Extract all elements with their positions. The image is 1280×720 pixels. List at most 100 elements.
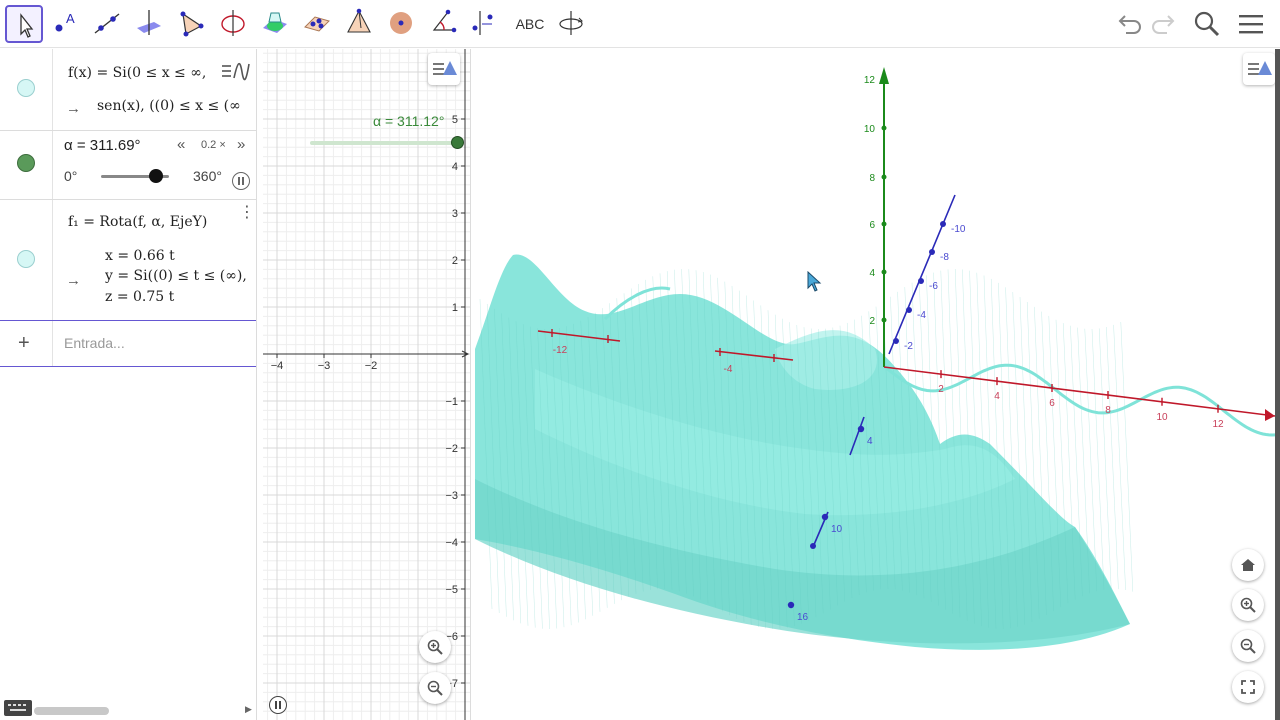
graph-style-button[interactable] <box>214 56 252 88</box>
x-tick-label: 6 <box>1049 398 1055 409</box>
x-tick-label: -4 <box>724 364 733 375</box>
slower-animation-button[interactable]: « <box>177 136 185 153</box>
y-tick-label: −2 <box>445 443 458 455</box>
graphics-3d-canvas[interactable]: 12 10 8 6 4 2 2 4 6 8 10 12 -12 -4 -10 -8 -6 -4 -2 4 10 16 <box>475 49 1280 720</box>
cursor-arrow-icon <box>20 13 34 38</box>
y-tick-label: −5 <box>445 584 458 596</box>
triangle-icon <box>180 11 204 37</box>
x-tick-label: -12 <box>553 345 568 356</box>
algebra-row-f1[interactable]: f₁ = Rota(f, α, EjeY) ⋮ → x = 0.66 t y =… <box>0 200 256 321</box>
z-tick-label: 8 <box>869 173 875 184</box>
zoom-out-icon <box>1240 638 1256 654</box>
reflect-tool-button[interactable] <box>467 5 505 43</box>
surface-mesh-line <box>1106 327 1119 590</box>
y-tick <box>940 221 946 227</box>
text-tool-button[interactable]: ABC <box>511 5 549 43</box>
output-arrow-icon: → <box>66 100 81 117</box>
y-tick-label: 1 <box>452 302 458 314</box>
sphere-tool-button[interactable] <box>383 5 421 43</box>
zoom-out-2d-button[interactable] <box>419 672 451 704</box>
algebra-input-row[interactable]: + Entrada... <box>0 321 256 367</box>
graphics-3d-style-button[interactable] <box>1243 53 1275 85</box>
surface-mesh-line <box>1120 322 1134 592</box>
alpha-slider-2d-handle[interactable] <box>451 136 464 149</box>
z-tick <box>881 76 887 82</box>
more-options-icon[interactable]: ⋮ <box>239 205 255 221</box>
polygon-tool-button[interactable] <box>173 5 211 43</box>
z-tick-label: 10 <box>864 124 876 135</box>
zoom-in-3d-button[interactable] <box>1232 589 1264 621</box>
pyramid-tool-button[interactable] <box>341 5 379 43</box>
pause-icon <box>238 177 244 185</box>
angle-tool-button[interactable] <box>425 5 463 43</box>
intersect-surfaces-tool-button[interactable] <box>257 5 295 43</box>
alpha-slider-2d-track[interactable] <box>310 141 457 145</box>
param-z: z = 0.75 t <box>105 289 175 305</box>
slider-alpha-label: α = 311.12° <box>373 113 445 129</box>
redo-button[interactable] <box>1147 7 1181 41</box>
rotate-view-tool-button[interactable] <box>553 5 591 43</box>
plane-icon <box>304 16 330 32</box>
add-item-icon[interactable]: + <box>18 332 30 355</box>
horizontal-scrollbar[interactable] <box>34 707 109 715</box>
keyboard-button[interactable] <box>4 700 32 716</box>
y-tick-label: -2 <box>904 341 913 352</box>
sphere-icon <box>390 12 412 34</box>
y-tick-label: 2 <box>452 255 458 267</box>
undo-button[interactable] <box>1112 7 1146 41</box>
move-tool-button[interactable] <box>5 5 43 43</box>
home-view-button[interactable] <box>1232 549 1264 581</box>
alpha-slider-handle[interactable] <box>149 169 163 183</box>
plane-tool-button[interactable] <box>299 5 337 43</box>
surface-mesh-line <box>1091 328 1105 590</box>
param-x: x = 0.66 t <box>105 248 175 264</box>
rotate-3d-icon <box>559 11 583 35</box>
faster-animation-button[interactable]: » <box>237 136 245 153</box>
search-button[interactable] <box>1190 7 1224 41</box>
perpendicular-tool-button[interactable] <box>131 5 169 43</box>
pause-button[interactable] <box>232 172 250 190</box>
x-tick-label: −4 <box>271 360 284 372</box>
row-divider <box>52 131 53 199</box>
zoom-in-icon <box>427 639 443 655</box>
y-tick-label: 10 <box>831 524 843 535</box>
circle-tool-button[interactable] <box>215 5 253 43</box>
y-tick-label: 16 <box>797 612 809 623</box>
graphics-2d-style-button[interactable] <box>428 53 460 85</box>
panel-divider[interactable] <box>256 49 263 720</box>
zoom-out-icon <box>427 680 443 696</box>
zoom-in-2d-button[interactable] <box>419 631 451 663</box>
x-tick-label: 10 <box>1156 412 1168 423</box>
visibility-toggle[interactable] <box>17 154 35 172</box>
output-arrow-icon: → <box>66 272 81 289</box>
algebra-row-alpha[interactable]: α = 311.69° « 0.2 × » 0° 360° <box>0 131 256 200</box>
style-bar-icon <box>433 61 457 75</box>
point-tool-button[interactable]: A <box>47 5 85 43</box>
y-tick-label: -10 <box>951 224 966 235</box>
y-tick <box>906 307 912 313</box>
surface-mesh-line <box>1098 328 1112 590</box>
algebra-row-f[interactable]: f(x) = Si(0 ≤ x ≤ ∞, → sen(x), ((0) ≤ x … <box>0 49 256 131</box>
pause-animation-button[interactable] <box>269 696 287 714</box>
scroll-right-icon[interactable]: ▶ <box>245 704 252 715</box>
zoom-out-3d-button[interactable] <box>1232 630 1264 662</box>
z-tick-label: 2 <box>869 316 875 327</box>
keyboard-icon <box>8 704 26 711</box>
visibility-toggle[interactable] <box>17 79 35 97</box>
fullscreen-button[interactable] <box>1232 671 1264 703</box>
y-tick-label: −4 <box>445 537 458 549</box>
y-tick <box>787 601 795 609</box>
graphics-2d-canvas[interactable]: −5−4−3−254321−1−2−3−4−5−6−7 <box>263 49 470 720</box>
graph-style-icon <box>222 62 250 81</box>
animation-speed[interactable]: 0.2 × <box>201 139 226 151</box>
reflect-point-icon <box>472 11 493 35</box>
row-divider <box>52 49 53 130</box>
y-tick <box>821 513 829 521</box>
visibility-toggle[interactable] <box>17 250 35 268</box>
hamburger-menu-icon <box>1239 15 1263 34</box>
main-menu-button[interactable] <box>1235 7 1269 41</box>
mouse-cursor-icon <box>807 271 822 292</box>
y-tick-label: -4 <box>917 310 926 321</box>
line-tool-button[interactable] <box>89 5 127 43</box>
input-bar[interactable]: Entrada... <box>64 335 125 351</box>
